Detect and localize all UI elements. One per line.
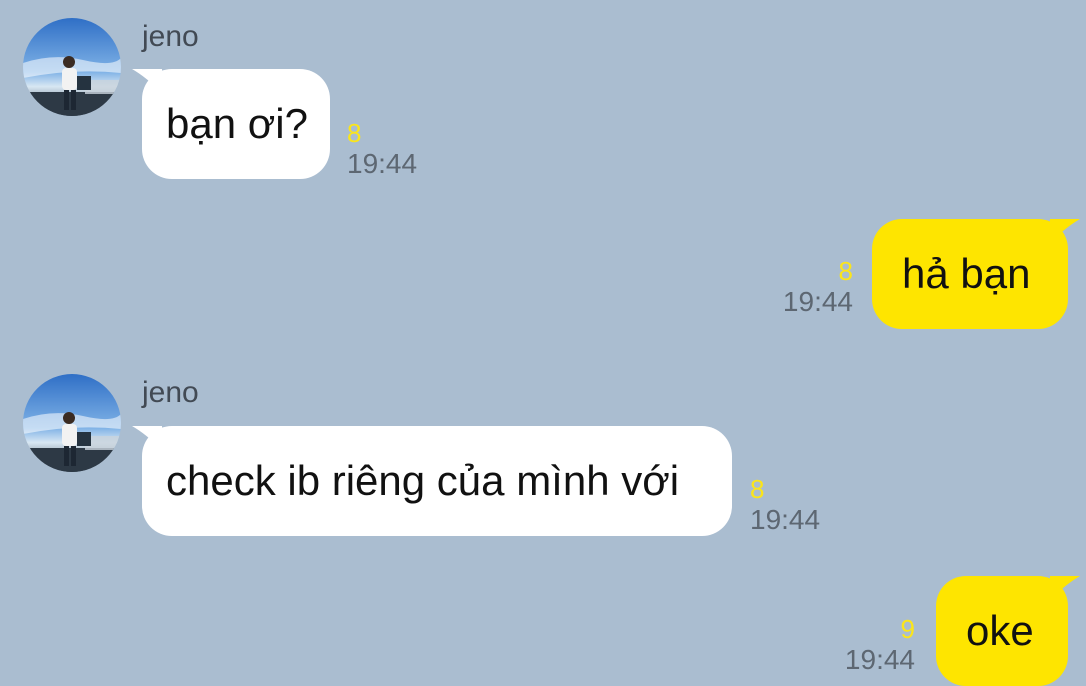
bubble-tail bbox=[132, 69, 162, 93]
unread-count: 8 bbox=[838, 256, 853, 286]
bubble-tail bbox=[132, 426, 162, 450]
message-meta: 8 19:44 bbox=[783, 258, 853, 316]
message-meta: 8 19:44 bbox=[347, 120, 417, 178]
message-text: check ib riêng của mình với bbox=[166, 457, 680, 504]
unread-count: 8 bbox=[750, 474, 765, 504]
outgoing-message-bubble[interactable]: oke bbox=[936, 576, 1080, 686]
unread-count: 9 bbox=[900, 614, 915, 644]
message-time: 19:44 bbox=[347, 148, 418, 179]
outgoing-message-bubble[interactable]: hả bạn bbox=[872, 219, 1080, 329]
incoming-message-bubble[interactable]: bạn ơi? bbox=[132, 69, 330, 179]
message-time: 19:44 bbox=[844, 644, 915, 675]
sender-name: jeno bbox=[142, 376, 199, 409]
sender-name: jeno bbox=[142, 20, 199, 53]
message-text: hả bạn bbox=[902, 250, 1031, 297]
sender-avatar[interactable] bbox=[23, 18, 121, 116]
profile-photo-avatar bbox=[23, 374, 121, 472]
profile-photo-avatar bbox=[23, 18, 121, 116]
incoming-message-bubble[interactable]: check ib riêng của mình với bbox=[132, 426, 732, 536]
message-time: 19:44 bbox=[782, 286, 853, 317]
message-text: oke bbox=[966, 607, 1034, 654]
message-time: 19:44 bbox=[750, 504, 821, 535]
sender-avatar[interactable] bbox=[23, 374, 121, 472]
message-text: bạn ơi? bbox=[166, 100, 308, 147]
unread-count: 8 bbox=[347, 118, 362, 148]
message-meta: 8 19:44 bbox=[750, 476, 820, 534]
bubble-tail bbox=[1050, 576, 1080, 600]
bubble-tail bbox=[1050, 219, 1080, 243]
message-meta: 9 19:44 bbox=[845, 616, 915, 674]
